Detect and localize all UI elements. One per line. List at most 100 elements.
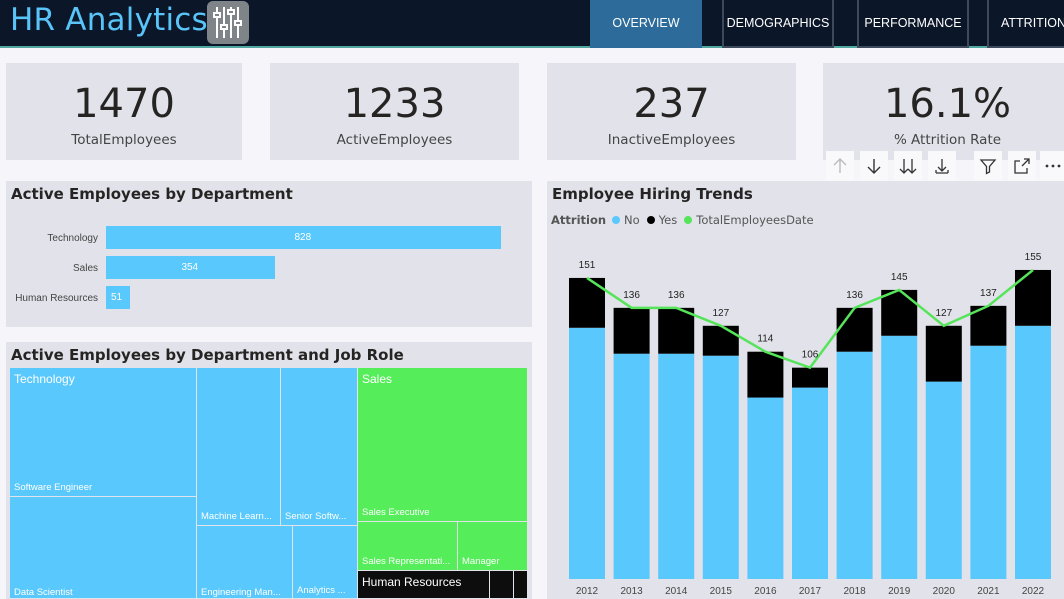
bar-segment-no[interactable] bbox=[702, 355, 739, 579]
bar-segment-no[interactable] bbox=[881, 335, 918, 579]
bar-category-label: Technology bbox=[47, 233, 98, 244]
bar-segment-yes[interactable] bbox=[702, 325, 739, 356]
kpi-label: TotalEmployees bbox=[71, 132, 177, 148]
treemap-tile-analytics[interactable]: Analytics ... bbox=[293, 526, 358, 599]
treemap-tile-label: Sales Representati... bbox=[362, 556, 451, 567]
x-tick-label: 2012 bbox=[576, 586, 599, 597]
legend-label-total[interactable]: TotalEmployeesDate bbox=[696, 213, 813, 227]
treemap-tile-human-resources[interactable]: Human Resources bbox=[358, 571, 490, 599]
kpi-card-attrition-rate: 16.1% % Attrition Rate bbox=[823, 63, 1064, 160]
x-tick-label: 2021 bbox=[977, 586, 1000, 597]
data-label: 106 bbox=[802, 350, 819, 361]
bar-segment-no[interactable] bbox=[569, 327, 605, 579]
treemap-tile-machine-learning[interactable]: Machine Learn... bbox=[197, 368, 281, 526]
bar-segment-no[interactable] bbox=[658, 353, 695, 579]
sliders-icon bbox=[207, 1, 249, 44]
hiring-trends-chart: 2012 2013 2014 2015 2016 2017 2018 2019 2020 2021… bbox=[569, 252, 1051, 597]
data-label: 155 bbox=[1025, 252, 1042, 263]
treemap-tile-label: Manager bbox=[462, 556, 500, 567]
treemap-tile-hr-role[interactable] bbox=[514, 571, 528, 599]
kpi-card-inactive-employees: 237 InactiveEmployees bbox=[547, 63, 796, 160]
double-arrow-down-icon[interactable] bbox=[894, 151, 922, 181]
data-label: 136 bbox=[623, 290, 640, 301]
kpi-value: 1470 bbox=[73, 81, 175, 127]
x-tick-label: 2016 bbox=[754, 586, 777, 597]
x-tick-label: 2013 bbox=[620, 586, 643, 597]
data-label: 151 bbox=[579, 260, 596, 271]
kpi-card-total-employees: 1470 TotalEmployees bbox=[6, 63, 242, 160]
treemap-tile-label: Software Engineer bbox=[14, 482, 93, 493]
bar-category-label: Human Resources bbox=[15, 293, 98, 304]
arrow-down-icon[interactable] bbox=[860, 151, 888, 181]
treemap-tile-engineering-manager[interactable]: Engineering Man... bbox=[197, 526, 293, 599]
bar-segment-no[interactable] bbox=[747, 397, 784, 579]
panel-title: Active Employees by Department and Job R… bbox=[11, 346, 404, 364]
treemap-tile-software-engineer[interactable]: Technology Software Engineer bbox=[10, 368, 197, 497]
tab-attrition[interactable]: ATTRITION bbox=[987, 0, 1064, 48]
treemap-group-label: Sales bbox=[362, 372, 393, 386]
tab-overview[interactable]: OVERVIEW bbox=[590, 0, 702, 48]
x-tick-label: 2017 bbox=[799, 586, 822, 597]
bar-segment-yes[interactable] bbox=[925, 325, 962, 382]
x-tick-label: 2019 bbox=[888, 586, 911, 597]
bar-segment-yes[interactable] bbox=[747, 351, 784, 398]
kpi-value: 16.1% bbox=[883, 81, 1012, 127]
bar-segment-yes[interactable] bbox=[1015, 269, 1051, 326]
bar-segment-no[interactable] bbox=[792, 387, 828, 579]
treemap-tile-hr-role[interactable] bbox=[490, 571, 514, 599]
legend-dot-total bbox=[684, 216, 693, 224]
treemap-tile-label: Analytics ... bbox=[297, 585, 346, 596]
treemap: Technology Software Engineer Data Scient… bbox=[10, 368, 528, 599]
bar-data-label: 354 bbox=[181, 262, 199, 273]
bar-segment-no[interactable] bbox=[836, 351, 873, 579]
kpi-label: InactiveEmployees bbox=[607, 132, 736, 148]
bar-segment-yes[interactable] bbox=[658, 307, 695, 354]
treemap-tile-sales-representative[interactable]: Sales Representati... bbox=[358, 522, 458, 571]
treemap-tile-label: Machine Learn... bbox=[201, 511, 272, 522]
bar-segment-yes[interactable] bbox=[613, 307, 650, 354]
x-tick-label: 2014 bbox=[665, 586, 688, 597]
data-label: 136 bbox=[668, 290, 685, 301]
bar-segment-no[interactable] bbox=[613, 353, 650, 579]
bar-segment-yes[interactable] bbox=[836, 307, 873, 352]
treemap-group-label: Human Resources bbox=[362, 575, 462, 589]
legend-label-yes[interactable]: Yes bbox=[659, 213, 678, 227]
treemap-tile-label: Engineering Man... bbox=[201, 587, 281, 598]
bar-data-label: 51 bbox=[111, 292, 123, 303]
data-label: 137 bbox=[980, 288, 997, 299]
kpi-label: ActiveEmployees bbox=[336, 132, 453, 148]
treemap-tile-manager[interactable]: Manager bbox=[458, 522, 528, 571]
legend-label-no[interactable]: No bbox=[624, 213, 640, 227]
tab-demographics[interactable]: DEMOGRAPHICS bbox=[722, 0, 834, 48]
arrow-up-icon[interactable] bbox=[826, 151, 854, 181]
bar-segment-no[interactable] bbox=[970, 345, 1007, 579]
treemap-tile-senior-software[interactable]: Senior Softw... bbox=[281, 368, 358, 526]
bar-segment-no[interactable] bbox=[925, 381, 962, 579]
x-tick-label: 2015 bbox=[710, 586, 733, 597]
panel-title: Employee Hiring Trends bbox=[552, 185, 753, 203]
treemap-tile-label: Sales Executive bbox=[362, 507, 430, 518]
data-label: 136 bbox=[846, 290, 863, 301]
x-tick-label: 2022 bbox=[1022, 586, 1045, 597]
bar-segment-no[interactable] bbox=[1015, 325, 1051, 579]
data-label: 145 bbox=[891, 272, 908, 283]
kpi-value: 1233 bbox=[343, 81, 446, 127]
bar-segment-yes[interactable] bbox=[792, 367, 828, 388]
kpi-label: % Attrition Rate bbox=[893, 132, 1002, 148]
kpi-value: 237 bbox=[633, 81, 710, 127]
chart-legend: Attrition No Yes TotalEmployeesDate bbox=[551, 213, 814, 227]
data-label: 127 bbox=[935, 308, 952, 319]
expand-hierarchy-icon[interactable] bbox=[928, 151, 956, 181]
bar-segment-yes[interactable] bbox=[881, 289, 918, 336]
more-options-icon[interactable] bbox=[1040, 151, 1064, 181]
panel-title: Active Employees by Department bbox=[11, 185, 293, 203]
treemap-tile-sales-executive[interactable]: Sales Sales Executive bbox=[358, 368, 528, 522]
top-bar: HR Analytics OVERVIEW DEMOGRAPHICS PERFO… bbox=[0, 0, 1064, 48]
focus-mode-icon[interactable] bbox=[1008, 151, 1036, 181]
x-tick-label: 2020 bbox=[933, 586, 956, 597]
treemap-tile-label: Senior Softw... bbox=[285, 511, 347, 522]
filter-icon[interactable] bbox=[974, 151, 1002, 181]
tab-performance[interactable]: PERFORMANCE bbox=[857, 0, 969, 48]
treemap-tile-data-scientist[interactable]: Data Scientist bbox=[10, 497, 197, 599]
bar-category-label: Sales bbox=[72, 263, 98, 274]
